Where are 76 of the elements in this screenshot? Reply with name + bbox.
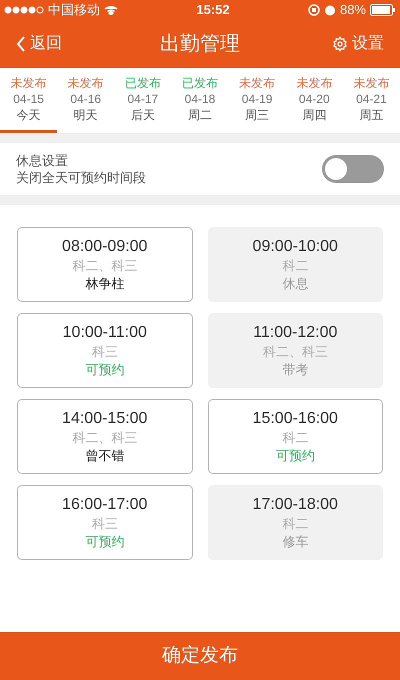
- time-slot-card[interactable]: 15:00-16:00 科二 可预约: [208, 399, 383, 474]
- carrier-text: 中国移动: [48, 1, 100, 20]
- slot-time: 10:00-11:00: [62, 322, 147, 342]
- slot-time: 09:00-10:00: [252, 236, 338, 256]
- slot-subjects: 科二、科三: [72, 256, 138, 274]
- day-label: 周五: [359, 107, 384, 123]
- back-button[interactable]: 返回: [16, 32, 86, 56]
- rest-toggle[interactable]: [322, 155, 384, 183]
- slot-subjects: 科二: [282, 514, 308, 532]
- publish-status: 已发布: [124, 75, 161, 91]
- day-label: 周三: [245, 107, 270, 123]
- clock-text: 15:52: [196, 1, 230, 20]
- slot-time: 14:00-15:00: [62, 408, 148, 428]
- day-date: 04-20: [298, 91, 330, 107]
- settings-icon: [332, 36, 348, 52]
- publish-status: 未发布: [10, 75, 47, 91]
- publish-status: 已发布: [182, 75, 218, 91]
- time-slot-card[interactable]: 14:00-15:00 科二、科三 曾不错: [17, 399, 192, 474]
- rest-subtitle: 关闭全天可预约时间段: [16, 169, 146, 186]
- publish-status: 未发布: [68, 75, 104, 91]
- time-slot-card[interactable]: 08:00-09:00 科二、科三 林争柱: [17, 227, 192, 302]
- day-tab[interactable]: 未发布 04-19 周三: [228, 68, 286, 133]
- day-tab[interactable]: 已发布 04-17 后天: [114, 68, 172, 133]
- day-tab[interactable]: 未发布 04-15 今天: [0, 68, 58, 133]
- day-date: 04-15: [13, 91, 44, 107]
- day-tab[interactable]: 未发布 04-16 明天: [57, 68, 114, 133]
- day-tab[interactable]: 未发布 04-21 周五: [342, 68, 400, 133]
- slot-time: 16:00-17:00: [62, 494, 148, 514]
- time-slot-card[interactable]: 17:00-18:00 科二 修车: [208, 485, 383, 560]
- time-slot-card[interactable]: 11:00-12:00 科二、科三 带考: [208, 313, 383, 388]
- battery-icon: [370, 4, 396, 16]
- time-slot-card[interactable]: 16:00-17:00 科三 可预约: [17, 485, 192, 560]
- rotation-lock-icon: [308, 4, 320, 16]
- day-label: 后天: [130, 107, 155, 123]
- chevron-left-icon: [16, 36, 26, 52]
- day-label: 周二: [188, 107, 212, 123]
- time-slot-card[interactable]: 10:00-11:00 科三 可预约: [17, 313, 192, 388]
- day-label: 明天: [74, 107, 98, 123]
- slot-time: 08:00-09:00: [62, 236, 148, 256]
- slot-subjects: 科二: [282, 256, 308, 274]
- page-title: 出勤管理: [160, 32, 240, 57]
- publish-status: 未发布: [353, 75, 390, 91]
- day-label: 今天: [16, 107, 41, 123]
- slot-note: 休息: [282, 274, 308, 292]
- slot-subjects: 科二、科三: [72, 428, 138, 446]
- slot-note: 可预约: [276, 446, 315, 464]
- slot-note: 可预约: [85, 360, 124, 378]
- slot-note: 带考: [282, 360, 308, 378]
- slot-subjects: 科二、科三: [262, 342, 328, 360]
- publish-status: 未发布: [239, 75, 276, 91]
- day-tab[interactable]: 已发布 04-18 周二: [171, 68, 229, 133]
- slot-time: 17:00-18:00: [252, 494, 338, 514]
- wifi-icon: [104, 5, 118, 15]
- slot-subjects: 科三: [92, 342, 118, 360]
- day-date: 04-17: [128, 91, 158, 107]
- signal-icon: [4, 6, 44, 14]
- day-tab[interactable]: 未发布 04-20 周四: [286, 68, 343, 133]
- slot-time: 11:00-12:00: [253, 322, 338, 342]
- rest-title: 休息设置: [16, 152, 69, 169]
- day-date: 04-18: [184, 91, 216, 107]
- slot-subjects: 科三: [92, 514, 118, 532]
- slot-time: 15:00-16:00: [252, 408, 338, 428]
- slot-note: 林争柱: [85, 274, 124, 292]
- day-date: 04-16: [70, 91, 102, 107]
- slot-note: 可预约: [85, 532, 124, 550]
- battery-text: 88%: [340, 1, 366, 20]
- slot-subjects: 科二: [282, 428, 308, 446]
- day-date: 04-19: [242, 91, 272, 107]
- time-slot-card[interactable]: 09:00-10:00 科二 休息: [208, 227, 383, 302]
- publish-status: 未发布: [296, 75, 332, 91]
- day-date: 04-21: [356, 91, 387, 107]
- settings-button[interactable]: 设置: [314, 32, 384, 56]
- publish-button[interactable]: 确定发布: [0, 632, 400, 680]
- slot-note: 曾不错: [85, 446, 124, 464]
- day-label: 周四: [302, 107, 326, 123]
- slot-note: 修车: [282, 532, 308, 550]
